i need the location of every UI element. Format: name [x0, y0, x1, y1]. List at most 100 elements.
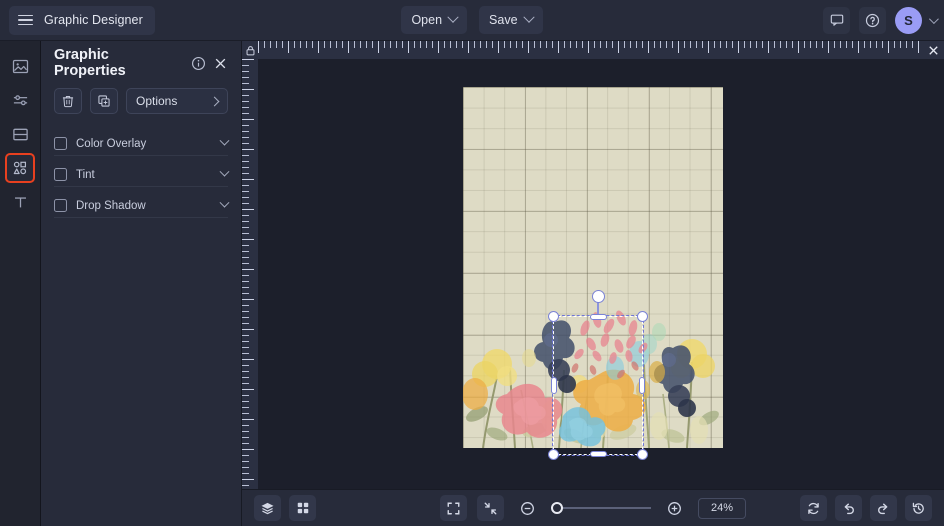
close-x-icon [215, 58, 226, 68]
image-icon [12, 59, 28, 73]
rail-item-layout[interactable] [5, 119, 35, 149]
close-x-icon [928, 45, 938, 55]
trash-icon [62, 96, 74, 108]
comment-icon [830, 14, 843, 26]
zoom-out-button[interactable] [514, 495, 541, 521]
text-t-icon [14, 196, 26, 207]
effect-row-drop-shadow[interactable]: Drop Shadow [54, 194, 230, 218]
effect-row-tint[interactable]: Tint [54, 163, 230, 187]
drop-shadow-checkbox[interactable] [54, 199, 67, 212]
top-center-controls: Open Save [392, 6, 552, 34]
layers-button[interactable] [254, 495, 281, 521]
options-button[interactable]: Options [126, 88, 228, 114]
resize-handle-bottom-right[interactable] [637, 449, 648, 460]
top-right-controls: S [823, 6, 939, 34]
duplicate-icon [98, 95, 110, 107]
resize-handle-top-left[interactable] [548, 311, 559, 322]
canvas-area[interactable] [258, 59, 944, 489]
chevron-down-icon [447, 11, 459, 23]
graphic-designer-app: Graphic Designer Open Save S Graphic Pro… [0, 0, 944, 526]
undo-icon [844, 503, 854, 514]
layout-icon [12, 128, 28, 140]
editor-stage: 24% [242, 41, 944, 526]
shapes-icon [13, 161, 27, 175]
rail-item-text[interactable] [5, 187, 35, 217]
comment-button[interactable] [823, 6, 850, 34]
chevron-right-icon [209, 96, 220, 106]
zoom-in-button[interactable] [661, 495, 688, 521]
app-menu-button[interactable]: Graphic Designer [9, 5, 155, 35]
tint-checkbox[interactable] [54, 168, 67, 181]
grid-icon [297, 502, 308, 514]
zoom-slider[interactable] [551, 501, 651, 515]
lock-icon [246, 45, 254, 55]
rail-item-image[interactable] [5, 51, 35, 81]
history-button[interactable] [905, 495, 932, 521]
zoom-in-icon [668, 501, 681, 515]
resize-handle-bottom[interactable] [589, 451, 607, 457]
save-label: Save [489, 13, 518, 27]
effects-list: Color Overlay Tint Drop Shadow [54, 132, 230, 218]
resize-handle-top-right[interactable] [637, 311, 648, 322]
panel-header: Graphic Properties [54, 41, 228, 85]
chevron-down-icon[interactable] [219, 197, 230, 208]
chevron-down-icon[interactable] [928, 13, 939, 24]
rail-item-shapes[interactable] [5, 153, 35, 183]
grid-button[interactable] [289, 495, 316, 521]
panel-close-button[interactable] [213, 56, 228, 71]
effect-row-color-overlay[interactable]: Color Overlay [54, 132, 230, 156]
page-title: Graphic Properties [54, 47, 126, 79]
resize-handle-right[interactable] [639, 377, 645, 394]
chevron-down-icon[interactable] [219, 135, 230, 146]
bottom-bar: 24% [242, 489, 944, 526]
avatar[interactable]: S [895, 6, 922, 34]
rotation-handle[interactable] [591, 290, 605, 303]
sliders-icon [13, 94, 27, 105]
open-label: Open [411, 13, 443, 27]
color-overlay-checkbox[interactable] [54, 137, 67, 150]
resize-handle-left[interactable] [551, 377, 557, 394]
selection-box[interactable] [548, 290, 648, 460]
help-button[interactable] [859, 6, 886, 34]
redo-button[interactable] [870, 495, 897, 521]
panel-toolbar: Options [54, 88, 228, 114]
zoom-slider-track [551, 507, 651, 509]
resize-handle-top[interactable] [589, 314, 607, 320]
fullscreen-icon [447, 502, 460, 514]
open-button[interactable]: Open [401, 6, 468, 34]
effect-label: Drop Shadow [76, 199, 146, 212]
hamburger-icon[interactable] [18, 14, 33, 26]
fullscreen-button[interactable] [440, 495, 467, 521]
undo-button[interactable] [835, 495, 862, 521]
chevron-down-icon[interactable] [219, 166, 230, 177]
app-title: Graphic Designer [44, 13, 143, 27]
zoom-slider-knob[interactable] [551, 502, 563, 514]
fit-to-screen-icon [484, 502, 497, 514]
options-label: Options [136, 94, 178, 108]
chevron-down-icon [522, 11, 535, 23]
info-circle-icon[interactable] [191, 56, 206, 71]
bottom-left-controls [254, 495, 316, 521]
properties-panel: Graphic Properties Options Color Overlay… [41, 41, 242, 526]
history-icon [912, 502, 924, 514]
ruler-close-button[interactable] [922, 41, 944, 59]
resize-handle-bottom-left[interactable] [548, 449, 559, 460]
vertical-ruler[interactable] [242, 59, 258, 489]
fit-to-screen-button[interactable] [477, 495, 504, 521]
help-circle-icon [865, 13, 880, 27]
effect-label: Tint [76, 168, 95, 181]
tool-rail [0, 41, 41, 526]
bottom-right-controls [800, 495, 932, 521]
layers-icon [261, 502, 274, 514]
rail-item-adjust[interactable] [5, 85, 35, 115]
effect-label: Color Overlay [76, 137, 147, 150]
top-bar: Graphic Designer Open Save S [0, 0, 944, 41]
zoom-level-value[interactable]: 24% [698, 497, 746, 519]
ruler-lock-button[interactable] [242, 41, 258, 59]
horizontal-ruler[interactable] [258, 41, 922, 59]
save-button[interactable]: Save [479, 6, 543, 34]
delete-button[interactable] [54, 88, 82, 114]
zoom-controls: 24% [373, 495, 813, 521]
redo-icon [878, 503, 888, 514]
duplicate-button[interactable] [90, 88, 118, 114]
